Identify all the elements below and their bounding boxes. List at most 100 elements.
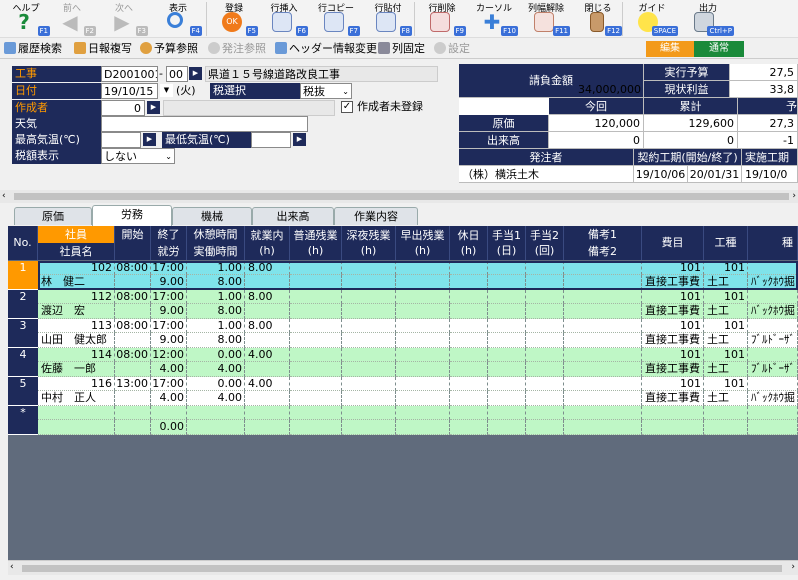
grid-cell[interactable] — [187, 420, 245, 435]
max-temp-button[interactable]: ▶ — [143, 133, 156, 146]
grid-cell[interactable] — [245, 406, 290, 420]
work-hours-cell[interactable]: 9.00 — [151, 275, 187, 290]
grid-cell[interactable] — [526, 362, 564, 377]
extra-cell[interactable]: ﾊﾞｯｸﾎｳ掘 — [748, 391, 798, 406]
row-delete-button[interactable]: 行削除 F9 — [416, 0, 468, 38]
regular-hours-cell[interactable]: 8.00 — [245, 319, 290, 333]
actual-hours-cell[interactable]: 8.00 — [187, 304, 245, 319]
tab-machine[interactable]: 機械 — [172, 207, 252, 225]
row-number[interactable]: 4 — [8, 348, 38, 377]
emp-name-cell[interactable]: 佐藤 一郎 — [38, 362, 115, 377]
grid-cell[interactable] — [450, 319, 488, 333]
grid-cell[interactable] — [245, 391, 290, 406]
process-name-cell[interactable]: 土工 — [704, 362, 748, 377]
grid-cell[interactable] — [526, 304, 564, 319]
col-allow1-header[interactable]: 手当1 (日) — [488, 226, 526, 260]
work-hours-cell[interactable]: 0.00 — [151, 420, 187, 435]
grid-cell[interactable] — [396, 333, 450, 348]
col-regular-header[interactable]: 就業内 (h) — [245, 226, 290, 260]
order-ref-button[interactable]: 発注参照 — [208, 40, 266, 57]
col-emp-name-header[interactable]: 社員名 — [38, 243, 115, 260]
koji-lookup-button[interactable]: ▶ — [189, 67, 202, 80]
start-time-cell[interactable]: 08:00 — [115, 261, 151, 275]
grid-cell[interactable] — [290, 304, 342, 319]
grid-cell[interactable] — [564, 290, 642, 304]
emp-name-cell[interactable]: 渡辺 宏 — [38, 304, 115, 319]
grid-cell[interactable] — [342, 348, 396, 362]
grid-cell[interactable] — [342, 333, 396, 348]
grid-cell[interactable] — [564, 261, 642, 275]
grid-cell[interactable] — [38, 406, 115, 420]
process-name-cell[interactable]: 土工 — [704, 391, 748, 406]
expense-name-cell[interactable]: 直接工事費 — [642, 362, 704, 377]
process-code-cell[interactable]: 101 — [704, 261, 748, 275]
grid-cell[interactable] — [450, 290, 488, 304]
break-time-cell[interactable]: 0.00 — [187, 348, 245, 362]
grid-cell[interactable] — [450, 333, 488, 348]
grid-cell[interactable] — [290, 261, 342, 275]
grid-cell[interactable] — [564, 420, 642, 435]
work-hours-cell[interactable]: 9.00 — [151, 333, 187, 348]
col-start-header[interactable]: 開始 — [115, 226, 151, 260]
regular-hours-cell[interactable]: 4.00 — [245, 377, 290, 391]
grid-cell[interactable] — [564, 333, 642, 348]
grid-cell[interactable] — [450, 377, 488, 391]
max-temp-field[interactable] — [101, 132, 141, 148]
process-code-cell[interactable]: 101 — [704, 348, 748, 362]
weather-field[interactable] — [101, 116, 308, 132]
grid-cell[interactable] — [564, 362, 642, 377]
expense-name-cell[interactable]: 直接工事費 — [642, 304, 704, 319]
row-copy-button[interactable]: 行コピー F7 — [310, 0, 362, 38]
grid-cell[interactable] — [245, 420, 290, 435]
header-scrollbar[interactable]: ‹ › — [0, 190, 798, 203]
grid-cell[interactable] — [187, 406, 245, 420]
grid-cell[interactable] — [115, 333, 151, 348]
grid-cell[interactable] — [748, 377, 798, 391]
grid-cell[interactable] — [342, 275, 396, 290]
grid-cell[interactable] — [488, 391, 526, 406]
cursor-button[interactable]: カーソル ✚ F10 — [468, 0, 520, 38]
process-name-cell[interactable]: 土工 — [704, 304, 748, 319]
regular-hours-cell[interactable]: 8.00 — [245, 261, 290, 275]
grid-cell[interactable] — [450, 304, 488, 319]
grid-cell[interactable] — [342, 319, 396, 333]
tax-display-dropdown[interactable]: しない ⌄ — [101, 148, 175, 164]
grid-cell[interactable] — [564, 406, 642, 420]
col-early-ot-header[interactable]: 早出残業 (h) — [396, 226, 450, 260]
grid-cell[interactable] — [526, 261, 564, 275]
row-number[interactable]: 2 — [8, 290, 38, 319]
guide-button[interactable]: ガイド SPACE — [624, 0, 680, 38]
end-time-cell[interactable]: 12:00 — [151, 348, 187, 362]
grid-cell[interactable] — [290, 406, 342, 420]
emp-code-cell[interactable]: 116 — [38, 377, 115, 391]
grid-cell[interactable] — [526, 391, 564, 406]
expense-name-cell[interactable]: 直接工事費 — [642, 275, 704, 290]
grid-cell[interactable] — [115, 275, 151, 290]
grid-cell[interactable] — [748, 290, 798, 304]
grid-cell[interactable] — [488, 290, 526, 304]
author-lookup-button[interactable]: ▶ — [147, 101, 160, 114]
extra-cell[interactable]: ﾌﾞﾙﾄﾞｰｻﾞ — [748, 333, 798, 348]
grid-cell[interactable] — [396, 377, 450, 391]
col-extra-header[interactable]: 種 — [748, 226, 798, 260]
grid-cell[interactable] — [396, 406, 450, 420]
work-hours-cell[interactable]: 4.00 — [151, 362, 187, 377]
scroll-thumb[interactable] — [22, 565, 782, 572]
scroll-left-icon[interactable]: ‹ — [2, 190, 6, 203]
grid-cell[interactable] — [526, 275, 564, 290]
grid-cell[interactable] — [290, 275, 342, 290]
grid-cell[interactable] — [396, 275, 450, 290]
actual-hours-cell[interactable]: 4.00 — [187, 362, 245, 377]
end-time-cell[interactable]: 17:00 — [151, 290, 187, 304]
col-fix-button[interactable]: 列固定 — [378, 40, 425, 57]
grid-cell[interactable] — [342, 304, 396, 319]
break-time-cell[interactable]: 1.00 — [187, 261, 245, 275]
grid-cell[interactable] — [488, 261, 526, 275]
grid-cell[interactable] — [396, 420, 450, 435]
grid-cell[interactable] — [450, 406, 488, 420]
col-normal-ot-header[interactable]: 普通残業 (h) — [290, 226, 342, 260]
expense-code-cell[interactable]: 101 — [642, 261, 704, 275]
grid-cell[interactable] — [450, 261, 488, 275]
tab-cost[interactable]: 原価 — [14, 207, 92, 225]
scroll-right-icon[interactable]: › — [792, 190, 796, 203]
